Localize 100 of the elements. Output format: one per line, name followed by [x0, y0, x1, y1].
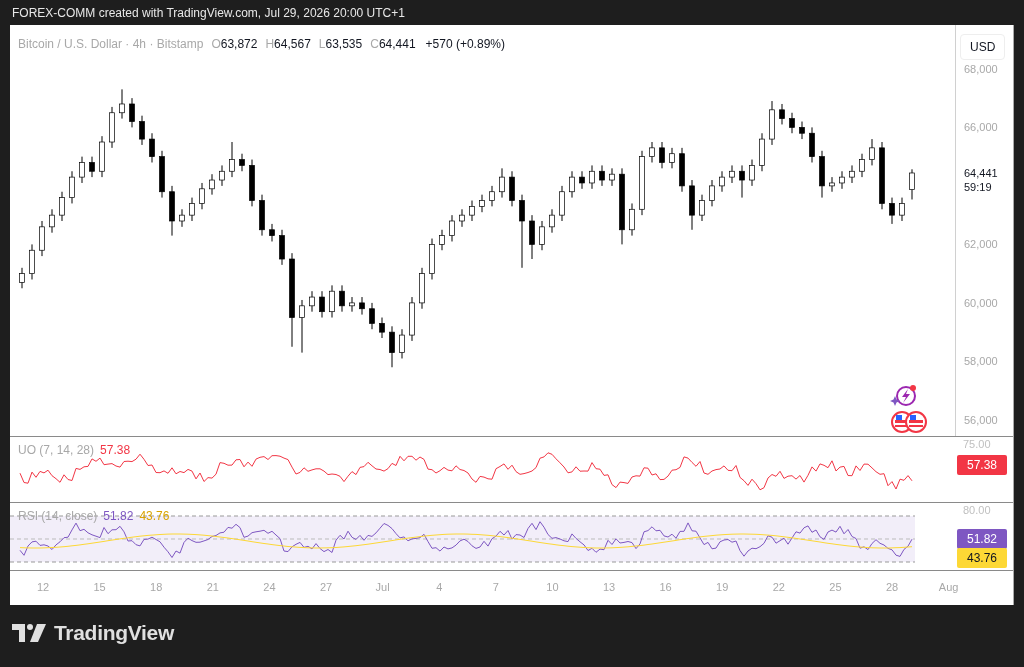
- candlestick: [439, 229, 445, 251]
- candlestick: [859, 153, 865, 178]
- candlestick: [769, 100, 775, 146]
- candlestick: [429, 238, 435, 280]
- brand-name: TradingView: [54, 621, 174, 645]
- price-axis-label: 56,000: [964, 413, 998, 426]
- price-axis-label: 62,000: [964, 238, 998, 251]
- time-axis-label: 7: [492, 581, 499, 593]
- candlestick: [539, 220, 545, 251]
- candlestick: [89, 156, 95, 178]
- candlestick: [449, 214, 455, 242]
- time-axis-label: 28: [885, 581, 899, 593]
- indicator-value-badge: 51.82: [957, 529, 1007, 549]
- indicator-value: 43.76: [139, 509, 170, 523]
- candlestick: [229, 141, 235, 178]
- candlestick: [299, 299, 305, 354]
- time-axis-label: 18: [150, 581, 163, 593]
- brand-logo-icon: [12, 624, 46, 642]
- candlestick: [549, 208, 555, 234]
- candlestick: [899, 197, 905, 222]
- candlestick: [659, 141, 665, 169]
- candlestick: [59, 191, 65, 222]
- candlestick: [189, 197, 195, 222]
- time-axis-label: 12: [36, 581, 50, 593]
- indicator-value: 57.38: [100, 443, 131, 457]
- candlestick: [49, 208, 55, 234]
- candlestick: [159, 150, 165, 199]
- time-axis-label: 4: [436, 581, 443, 593]
- time-axis-label: 27: [319, 581, 333, 593]
- time-axis-label: 13: [602, 581, 616, 593]
- candlestick: [249, 159, 255, 207]
- candlestick: [749, 159, 755, 187]
- candlestick: [759, 132, 765, 172]
- candlestick: [559, 185, 565, 222]
- countdown-label: 59:19: [964, 181, 992, 193]
- candlestick: [29, 243, 35, 280]
- candlestick: [199, 182, 205, 210]
- ohlc-value: C64,441: [370, 37, 416, 51]
- indicator-axis-label: 75.00: [963, 438, 991, 450]
- candlestick: [809, 126, 815, 163]
- indicator-value-badge: 43.76: [957, 548, 1007, 568]
- candlestick: [119, 88, 125, 120]
- indicator-label: UO (7, 14, 28): [18, 443, 95, 457]
- candlestick: [799, 121, 805, 140]
- time-axis-label: Aug: [938, 581, 959, 593]
- time-axis-label: 16: [659, 581, 672, 593]
- candlestick: [579, 170, 585, 190]
- candlestick: [599, 164, 605, 187]
- candlestick: [139, 115, 145, 146]
- time-axis-label: 21: [206, 581, 219, 593]
- candlestick: [729, 164, 735, 184]
- candlestick: [699, 194, 705, 222]
- candlestick: [369, 302, 375, 330]
- symbol-title: Bitcoin / U.S. Dollar · 4h · Bitstamp: [18, 37, 204, 51]
- candlestick: [849, 164, 855, 184]
- candlestick: [79, 156, 85, 184]
- candlestick: [739, 164, 745, 199]
- candlestick: [329, 284, 335, 319]
- price-axis-label: 60,000: [964, 296, 998, 309]
- currency-button[interactable]: USD: [960, 34, 1006, 60]
- candlestick: [109, 106, 115, 149]
- candlestick: [19, 267, 25, 289]
- time-axis-label: 10: [546, 581, 559, 593]
- candlestick: [779, 103, 785, 125]
- time-axis-label: 25: [829, 581, 842, 593]
- candlestick: [509, 170, 515, 207]
- candlestick: [819, 150, 825, 199]
- candlestick: [649, 141, 655, 163]
- lightning-badge-icon[interactable]: [890, 384, 918, 408]
- candlestick: [569, 170, 575, 199]
- candlestick: [479, 194, 485, 213]
- candlestick: [839, 170, 845, 190]
- indicator-label: RSI (14, close): [18, 509, 98, 523]
- candlestick: [69, 170, 75, 204]
- indicator-value-badge: 57.38: [957, 455, 1007, 475]
- candlestick: [789, 112, 795, 134]
- price-axis-label: 68,000: [964, 62, 998, 75]
- candlestick: [469, 200, 475, 222]
- candlestick: [609, 167, 615, 187]
- chart-credit-text: FOREX-COMM created with TradingView.com, Jul 29, 2026 20:00 UTC+1: [11, 4, 406, 22]
- candlestick: [689, 179, 695, 231]
- candlestick: [389, 325, 395, 368]
- candlestick: [639, 150, 645, 216]
- candlestick: [169, 185, 175, 237]
- candlestick: [909, 168, 915, 200]
- candlestick: [129, 97, 135, 128]
- candlestick: [529, 214, 535, 260]
- candlestick: [209, 173, 215, 196]
- candlestick: [459, 208, 465, 228]
- candlestick: [679, 147, 685, 193]
- candlestick: [399, 328, 405, 359]
- time-axis-label: 19: [716, 581, 729, 593]
- candlestick: [179, 208, 185, 228]
- candlestick: [629, 202, 635, 237]
- flag-icons[interactable]: [890, 410, 928, 434]
- last-price-label: 64,441: [964, 167, 998, 179]
- price-axis-label: 66,000: [964, 121, 998, 134]
- candlestick: [829, 176, 835, 193]
- ohlc-value: H64,567: [265, 37, 311, 51]
- candlestick: [889, 197, 895, 225]
